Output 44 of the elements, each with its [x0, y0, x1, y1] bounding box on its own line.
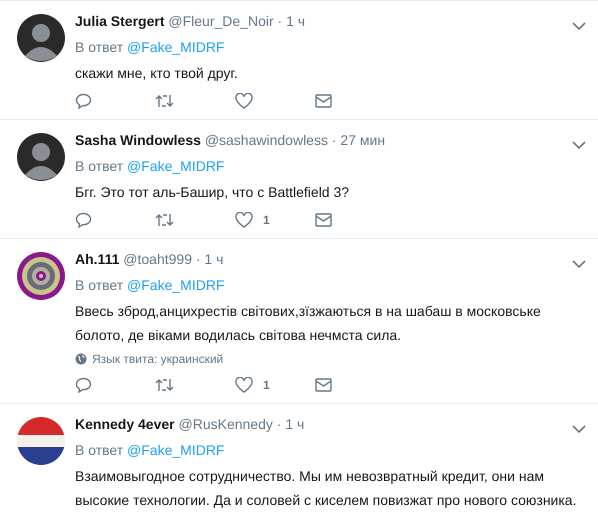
- mail-icon[interactable]: [315, 94, 332, 108]
- globe-icon: [75, 353, 87, 365]
- retweet-icon[interactable]: [155, 377, 174, 393]
- tweet-text: Взаимовыгодное сотрудничество. Мы им невозвратный кредит, они нам высокие технологии. Да и соловей с киселем повизжат про нового союзника.: [75, 467, 578, 510]
- user-handle[interactable]: @toaht999: [123, 251, 192, 267]
- display-name[interactable]: Julia Stergert: [75, 13, 164, 29]
- mention-link[interactable]: @Fake_MIDRF: [127, 39, 224, 55]
- like-count: 1: [263, 213, 270, 227]
- timestamp[interactable]: · 1 ч: [196, 251, 224, 267]
- reply-icon[interactable]: [75, 377, 92, 393]
- user-handle[interactable]: @RusKennedy: [178, 416, 273, 432]
- mail-icon[interactable]: [315, 378, 332, 392]
- timestamp[interactable]: · 1 ч: [276, 416, 304, 432]
- display-name[interactable]: Kennedy 4ever: [75, 416, 175, 432]
- tweet-text: Бгг. Это тот аль-Башир, что с Battlefield 3?: [75, 183, 350, 202]
- display-name[interactable]: Sasha Windowless: [75, 132, 201, 148]
- tweet-text: Ввесь зброд,анцихрестів світових,зїзжаються в на шабаш в московське болото, де віками водилась світова нечмста сила.: [75, 302, 542, 345]
- reply-icon[interactable]: [75, 212, 92, 228]
- heart-icon[interactable]: [235, 377, 253, 393]
- retweet-icon[interactable]: [155, 212, 174, 228]
- user-handle[interactable]: @Fleur_De_Noir: [168, 13, 274, 29]
- heart-icon[interactable]: [235, 93, 253, 109]
- mention-link[interactable]: @Fake_MIDRF: [127, 277, 224, 293]
- language-note: Язык твита: украинский: [92, 351, 224, 368]
- user-handle[interactable]: @sashawindowless: [204, 132, 328, 148]
- like-count: 1: [263, 378, 270, 392]
- heart-icon[interactable]: [235, 212, 253, 228]
- timestamp[interactable]: · 1 ч: [278, 13, 306, 29]
- reply-context: В ответ @Fake_MIDRF: [75, 276, 226, 295]
- mention-link[interactable]: @Fake_MIDRF: [127, 442, 224, 458]
- reply-context: В ответ @Fake_MIDRF: [75, 441, 226, 460]
- display-name[interactable]: Ah.111: [75, 251, 120, 267]
- chevron-down-icon[interactable]: [572, 260, 586, 268]
- mail-icon[interactable]: [315, 213, 332, 227]
- retweet-icon[interactable]: [155, 93, 174, 109]
- reply-context: В ответ @Fake_MIDRF: [75, 157, 226, 176]
- tweet-text: скажи мне, кто твой друг.: [75, 64, 239, 83]
- chevron-down-icon[interactable]: [572, 141, 586, 149]
- mention-link[interactable]: @Fake_MIDRF: [127, 158, 224, 174]
- reply-context: В ответ @Fake_MIDRF: [75, 38, 226, 57]
- chevron-down-icon[interactable]: [572, 22, 586, 30]
- timestamp[interactable]: · 27 мин: [332, 132, 386, 148]
- reply-icon[interactable]: [75, 93, 92, 109]
- chevron-down-icon[interactable]: [572, 425, 586, 433]
